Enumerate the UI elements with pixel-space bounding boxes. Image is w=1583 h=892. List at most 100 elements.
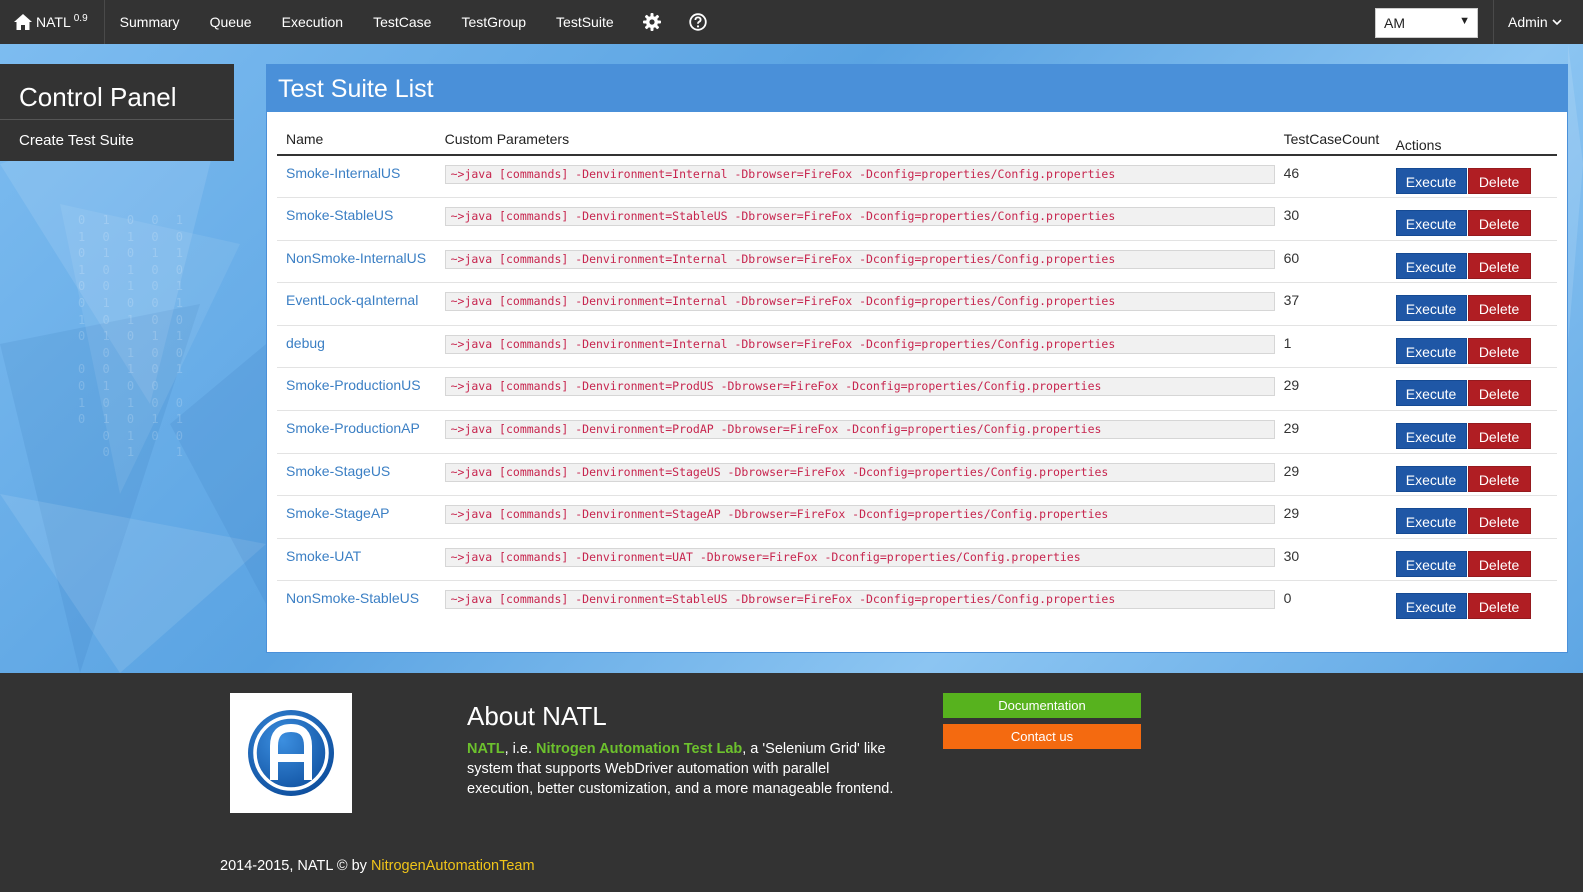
suite-name-link[interactable]: Smoke-ProductionUS [286, 377, 421, 393]
create-test-suite-link[interactable]: Create Test Suite [0, 120, 234, 149]
testcase-count: 29 [1274, 495, 1387, 539]
delete-button[interactable]: Delete [1467, 252, 1531, 279]
execute-button[interactable]: Execute [1395, 252, 1467, 279]
testcase-count: 29 [1274, 453, 1387, 497]
suite-name-link[interactable]: EventLock-qaInternal [286, 292, 418, 308]
custom-parameters: ~>java [commands] -Denvironment=Internal… [444, 249, 1275, 269]
delete-button[interactable]: Delete [1467, 423, 1531, 450]
testcase-count: 37 [1274, 282, 1387, 326]
delete-button[interactable]: Delete [1467, 295, 1531, 322]
nav-testcase[interactable]: TestCase [358, 14, 446, 30]
about-fullname: Nitrogen Automation Test Lab [536, 741, 743, 757]
execute-button[interactable]: Execute [1395, 295, 1467, 322]
table-row: Smoke-ProductionUS ~>java [commands] -De… [277, 367, 1557, 412]
suite-name-link[interactable]: debug [286, 335, 325, 351]
delete-button[interactable]: Delete [1467, 210, 1531, 237]
about-title: About NATL [467, 701, 607, 731]
table-row: Smoke-InternalUS ~>java [commands] -Denv… [277, 155, 1557, 199]
testcase-count: 29 [1274, 410, 1387, 454]
about-ie: , i.e. [504, 741, 537, 757]
column-header-params: Custom Parameters [435, 123, 1275, 156]
execute-button[interactable]: Execute [1395, 465, 1467, 492]
suite-name-link[interactable]: NonSmoke-InternalUS [286, 250, 426, 266]
table-row: debug ~>java [commands] -Denvironment=In… [277, 325, 1557, 369]
top-navbar: NATL 0.9 Summary Queue Execution TestCase… [0, 0, 1583, 44]
user-menu[interactable]: Admin [1493, 0, 1583, 44]
environment-select[interactable]: AM ▼ [1375, 8, 1478, 38]
nav-queue[interactable]: Queue [195, 14, 267, 30]
nav-testsuite[interactable]: TestSuite [541, 14, 629, 30]
custom-parameters: ~>java [commands] -Denvironment=ProdUS -… [444, 377, 1275, 397]
custom-parameters: ~>java [commands] -Denvironment=ProdAP -… [444, 420, 1275, 440]
custom-parameters: ~>java [commands] -Denvironment=Internal… [444, 165, 1275, 184]
delete-button[interactable]: Delete [1467, 168, 1531, 194]
suite-name-link[interactable]: Smoke-StageUS [286, 463, 390, 479]
delete-button[interactable]: Delete [1467, 550, 1531, 577]
copyright-text: 2014-2015, NATL © by [220, 858, 371, 874]
delete-button[interactable]: Delete [1467, 380, 1531, 407]
suite-name-link[interactable]: NonSmoke-StableUS [286, 590, 419, 606]
testcase-count: 0 [1283, 590, 1292, 607]
brand-link[interactable]: NATL 0.9 [0, 0, 105, 44]
custom-parameters: ~>java [commands] -Denvironment=StageAP … [444, 505, 1275, 525]
suite-name-link[interactable]: Smoke-StageAP [286, 505, 390, 521]
custom-parameters: ~>java [commands] -Denvironment=StableUS… [444, 207, 1275, 227]
column-header-name: Name [277, 123, 436, 156]
table-header-row: Name Custom Parameters TestCaseCount Act… [277, 123, 1557, 156]
execute-button[interactable]: Execute [1395, 210, 1467, 237]
execute-button[interactable]: Execute [1395, 380, 1467, 407]
about-section: About NATL NATL, i.e. Nitrogen Automatio… [467, 701, 897, 799]
execute-button[interactable]: Execute [1395, 423, 1467, 450]
table-row: EventLock-qaInternal ~>java [commands] -… [277, 282, 1557, 326]
testcase-count: 30 [1274, 538, 1387, 582]
nav-testgroup[interactable]: TestGroup [446, 14, 541, 30]
natl-logo [230, 693, 352, 813]
brand-name: NATL [36, 14, 71, 30]
footer: About NATL NATL, i.e. Nitrogen Automatio… [0, 673, 1583, 892]
table-row: Smoke-StageUS ~>java [commands] -Denviro… [277, 453, 1557, 497]
delete-button[interactable]: Delete [1467, 465, 1531, 492]
page-title: Test Suite List [267, 65, 1567, 112]
select-arrow-icon: ▼ [1459, 15, 1470, 27]
help-icon [688, 13, 707, 31]
table-row: Smoke-UAT ~>java [commands] -Denvironmen… [277, 538, 1557, 582]
control-panel-title: Control Panel [0, 64, 234, 120]
natl-logo-icon [248, 710, 334, 796]
custom-parameters: ~>java [commands] -Denvironment=UAT -Dbr… [444, 547, 1275, 567]
suite-name-link[interactable]: Smoke-StableUS [286, 207, 393, 223]
documentation-button[interactable]: Documentation [943, 693, 1141, 718]
execute-button[interactable]: Execute [1395, 550, 1467, 577]
copyright: 2014-2015, NATL © by NitrogenAutomationT… [220, 858, 535, 874]
delete-button[interactable]: Delete [1467, 593, 1531, 620]
execute-button[interactable]: Execute [1395, 508, 1467, 535]
suite-name-link[interactable]: Smoke-ProductionAP [286, 420, 420, 436]
table-row: NonSmoke-StableUS ~>java [commands] -Den… [277, 581, 1557, 624]
test-suite-panel: Test Suite List Name Custom Parameters T… [266, 64, 1568, 653]
settings-button[interactable] [629, 0, 675, 44]
custom-parameters: ~>java [commands] -Denvironment=StableUS… [444, 590, 1275, 610]
user-name: Admin [1508, 14, 1548, 30]
suite-name-link[interactable]: Smoke-InternalUS [286, 165, 400, 181]
custom-parameters: ~>java [commands] -Denvironment=Internal… [444, 292, 1275, 312]
delete-button[interactable]: Delete [1467, 337, 1531, 364]
binary-pattern: 0 1 0 0 1 1 0 1 0 0 0 1 0 1 1 1 0 1 0 0 … [78, 213, 189, 460]
team-link[interactable]: NitrogenAutomationTeam [371, 858, 535, 874]
contact-us-button[interactable]: Contact us [943, 724, 1141, 749]
column-header-count: TestCaseCount [1274, 123, 1387, 156]
suite-name-link[interactable]: Smoke-UAT [286, 548, 361, 564]
help-button[interactable] [675, 0, 721, 44]
test-suite-table: Name Custom Parameters TestCaseCount Act… [277, 123, 1557, 624]
testcase-count: 30 [1274, 197, 1387, 241]
delete-button[interactable]: Delete [1467, 508, 1531, 535]
table-row: Smoke-ProductionAP ~>java [commands] -De… [277, 410, 1557, 454]
nav-execution[interactable]: Execution [267, 14, 358, 30]
chevron-down-icon [1552, 18, 1562, 25]
nav-summary[interactable]: Summary [105, 14, 195, 30]
execute-button[interactable]: Execute [1395, 168, 1467, 194]
gear-icon [642, 13, 661, 31]
custom-parameters: ~>java [commands] -Denvironment=Internal… [444, 334, 1275, 354]
execute-button[interactable]: Execute [1395, 337, 1467, 364]
table-row: Smoke-StageAP ~>java [commands] -Denviro… [277, 495, 1557, 539]
table-row: NonSmoke-InternalUS ~>java [commands] -D… [277, 240, 1557, 284]
execute-button[interactable]: Execute [1395, 593, 1467, 620]
